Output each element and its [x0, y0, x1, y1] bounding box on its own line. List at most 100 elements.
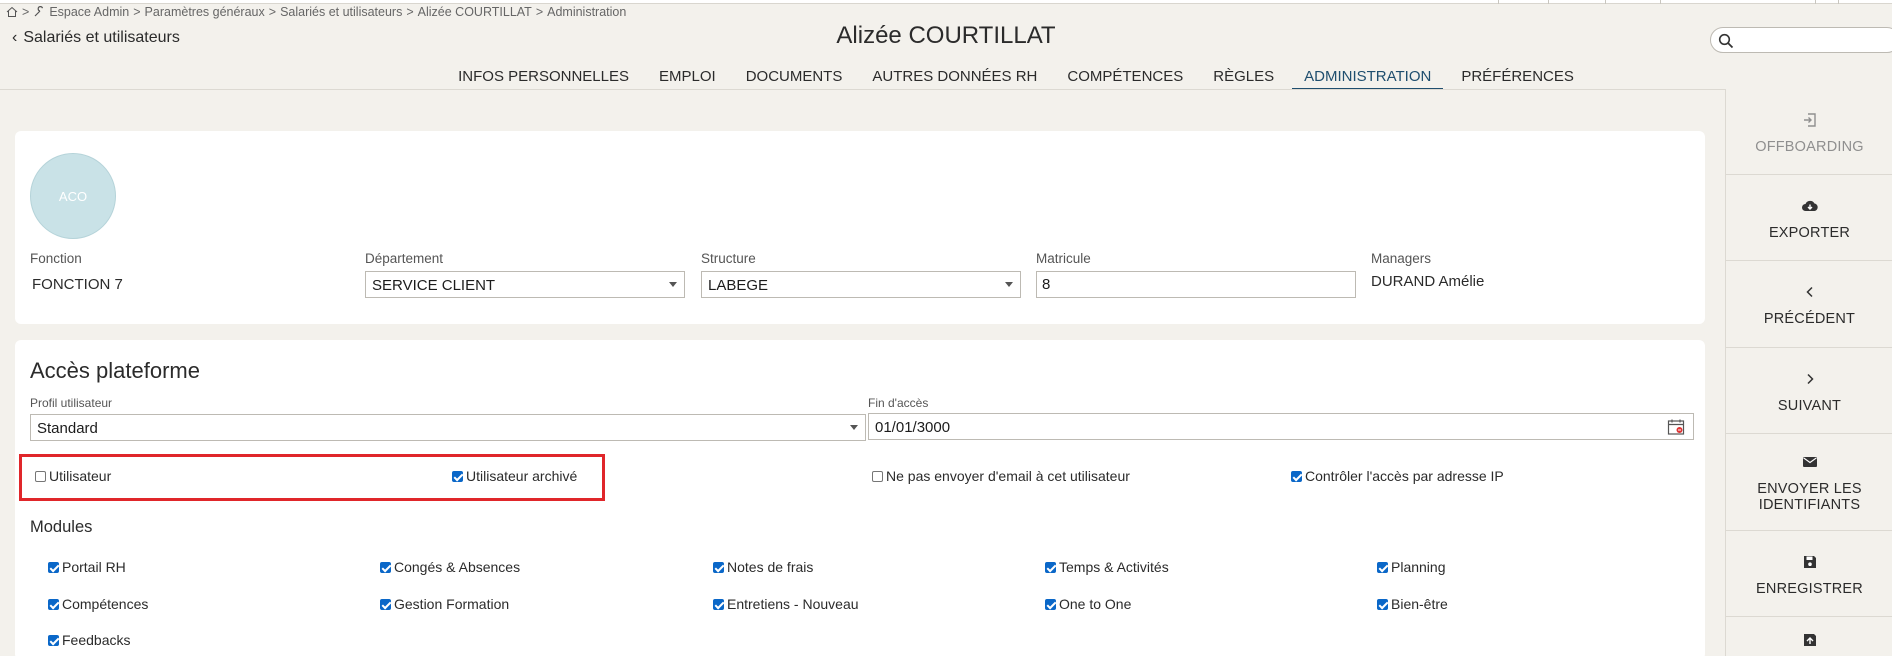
- tab-preferences[interactable]: PRÉFÉRENCES: [1449, 68, 1586, 89]
- no-email-label: Ne pas envoyer d'email à cet utilisateur: [886, 468, 1130, 484]
- profil-utilisateur-value: Standard: [37, 420, 98, 437]
- module-label: Bien-être: [1391, 596, 1448, 612]
- module-label: Portail RH: [62, 559, 126, 575]
- checkbox-box[interactable]: [1291, 470, 1302, 482]
- offboarding-label: OFFBOARDING: [1755, 138, 1864, 155]
- structure-label: Structure: [701, 251, 756, 266]
- ip-control-checkbox[interactable]: Contrôler l'accès par adresse IP: [1291, 468, 1504, 484]
- top-strip-divider: [1548, 0, 1549, 4]
- checkbox-box[interactable]: [713, 598, 724, 610]
- send-credentials-button[interactable]: ENVOYER LES IDENTIFIANTS: [1726, 434, 1892, 531]
- module-label: Gestion Formation: [394, 596, 510, 612]
- module-feedbacks-checkbox[interactable]: Feedbacks: [48, 632, 130, 648]
- departement-select[interactable]: SERVICE CLIENT: [365, 271, 685, 298]
- send-credentials-label: ENVOYER LES IDENTIFIANTS: [1757, 481, 1862, 513]
- tab-regles[interactable]: RÈGLES: [1201, 68, 1286, 89]
- breadcrumb-separator: >: [268, 5, 277, 19]
- tab-administration[interactable]: ADMINISTRATION: [1292, 68, 1444, 89]
- module-one-to-one-checkbox[interactable]: One to One: [1045, 596, 1131, 612]
- chevron-left-icon: [1805, 286, 1813, 298]
- module-competences-checkbox[interactable]: Compétences: [48, 596, 148, 612]
- breadcrumb-item-parametres[interactable]: Paramètres généraux: [145, 5, 265, 19]
- export-button[interactable]: EXPORTER: [1726, 175, 1892, 261]
- checkbox-box[interactable]: [48, 634, 59, 646]
- fin-acces-value: 01/01/3000: [875, 419, 951, 436]
- structure-select[interactable]: LABEGE: [701, 271, 1021, 298]
- caret-down-icon: [669, 282, 677, 287]
- module-formation-checkbox[interactable]: Gestion Formation: [380, 596, 509, 612]
- previous-button[interactable]: PRÉCÉDENT: [1726, 261, 1892, 348]
- caret-down-icon: [1005, 282, 1013, 287]
- exit-icon: [1803, 112, 1816, 127]
- fin-acces-input[interactable]: 01/01/3000: [868, 413, 1694, 440]
- top-strip-divider: [1838, 0, 1839, 4]
- search-input[interactable]: [1741, 31, 1891, 49]
- calendar-icon[interactable]: [1667, 418, 1685, 436]
- checkbox-box[interactable]: [1045, 561, 1056, 573]
- top-strip: [0, 0, 1892, 4]
- managers-value[interactable]: DURAND Amélie: [1371, 273, 1484, 290]
- tab-competences[interactable]: COMPÉTENCES: [1055, 68, 1195, 89]
- tab-emploi[interactable]: EMPLOI: [647, 68, 728, 89]
- caret-down-icon: [850, 425, 858, 430]
- breadcrumb-item-espace-admin[interactable]: Espace Admin: [49, 5, 129, 19]
- checkbox-box[interactable]: [713, 561, 724, 573]
- matricule-label: Matricule: [1036, 251, 1091, 266]
- access-section-title: Accès plateforme: [30, 358, 200, 383]
- avatar-initials: ACO: [58, 188, 88, 204]
- top-strip-divider: [1605, 0, 1606, 4]
- cloud-download-icon: [1801, 200, 1818, 211]
- breadcrumb-item-employee[interactable]: Alizée COURTILLAT: [418, 5, 532, 19]
- structure-value: LABEGE: [708, 277, 769, 294]
- checkbox-box[interactable]: [48, 561, 59, 573]
- breadcrumb-separator: >: [406, 5, 414, 19]
- offboarding-button[interactable]: OFFBOARDING: [1726, 89, 1892, 175]
- no-email-checkbox[interactable]: Ne pas envoyer d'email à cet utilisateur: [872, 468, 1130, 484]
- module-portail-rh-checkbox[interactable]: Portail RH: [48, 559, 126, 575]
- home-icon[interactable]: [6, 6, 18, 18]
- profil-utilisateur-select[interactable]: Standard: [30, 414, 866, 441]
- module-temps-checkbox[interactable]: Temps & Activités: [1045, 559, 1169, 575]
- module-label: Temps & Activités: [1059, 559, 1169, 575]
- tab-documents[interactable]: DOCUMENTS: [734, 68, 855, 89]
- checkbox-box[interactable]: [1377, 598, 1388, 610]
- module-notes-frais-checkbox[interactable]: Notes de frais: [713, 559, 813, 575]
- search-box[interactable]: [1710, 27, 1892, 53]
- checkbox-box[interactable]: [872, 470, 883, 482]
- save-and-close-button[interactable]: [1726, 617, 1892, 656]
- module-label: Notes de frais: [727, 559, 814, 575]
- save-close-icon: [1803, 634, 1816, 646]
- wrench-icon: [34, 6, 44, 17]
- checkbox-box[interactable]: [1045, 598, 1056, 610]
- module-bien-etre-checkbox[interactable]: Bien-être: [1377, 596, 1448, 612]
- tab-infos-personnelles[interactable]: INFOS PERSONNELLES: [446, 68, 641, 89]
- save-button[interactable]: ENREGISTRER: [1726, 531, 1892, 617]
- breadcrumb-separator: >: [133, 5, 141, 19]
- module-label: Feedbacks: [62, 632, 131, 648]
- avatar: ACO: [30, 153, 116, 239]
- checkbox-box[interactable]: [380, 598, 391, 610]
- breadcrumb: > Espace Admin > Paramètres généraux > S…: [6, 5, 626, 19]
- action-panel: OFFBOARDING EXPORTER PRÉCÉDENT SUIVANT E…: [1725, 89, 1892, 656]
- divider: [0, 89, 1725, 90]
- tab-autres-donnees-rh[interactable]: AUTRES DONNÉES RH: [860, 68, 1049, 89]
- module-label: Compétences: [62, 596, 149, 612]
- matricule-input[interactable]: [1036, 271, 1356, 298]
- managers-label: Managers: [1371, 251, 1432, 266]
- departement-value: SERVICE CLIENT: [372, 277, 496, 294]
- breadcrumb-separator: >: [22, 5, 30, 19]
- breadcrumb-item-administration: Administration: [547, 5, 627, 19]
- breadcrumb-item-salaries[interactable]: Salariés et utilisateurs: [280, 5, 402, 19]
- next-label: SUIVANT: [1777, 397, 1842, 414]
- next-button[interactable]: SUIVANT: [1726, 348, 1892, 434]
- export-label: EXPORTER: [1768, 224, 1851, 241]
- module-planning-checkbox[interactable]: Planning: [1377, 559, 1446, 575]
- module-conges-checkbox[interactable]: Congés & Absences: [380, 559, 520, 575]
- module-label: Congés & Absences: [394, 559, 521, 575]
- top-strip-divider: [1660, 0, 1661, 4]
- checkbox-box[interactable]: [380, 561, 391, 573]
- checkbox-box[interactable]: [48, 598, 59, 610]
- checkbox-box[interactable]: [1377, 561, 1388, 573]
- departement-label: Département: [365, 251, 444, 266]
- module-entretiens-checkbox[interactable]: Entretiens - Nouveau: [713, 596, 859, 612]
